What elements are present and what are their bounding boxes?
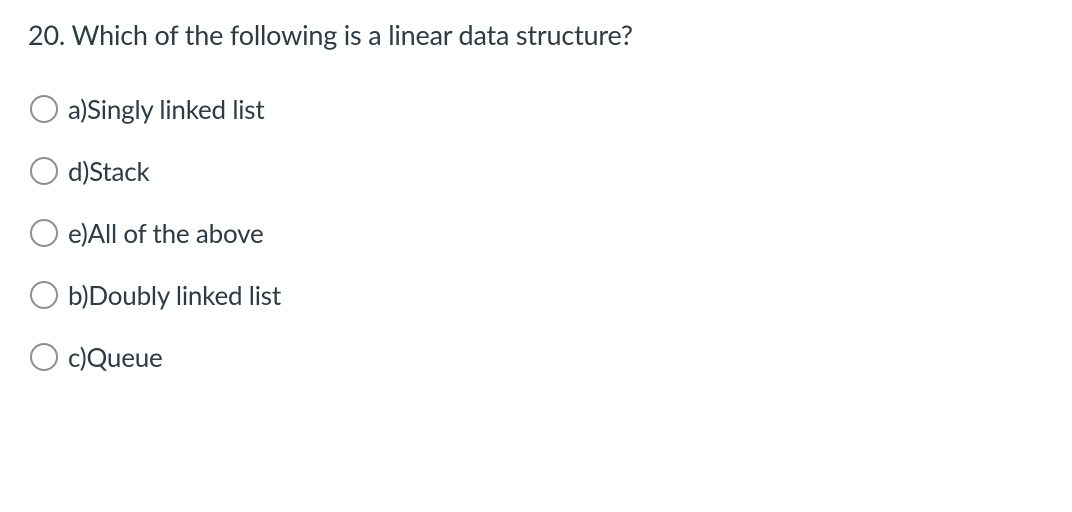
radio-button-icon[interactable] xyxy=(30,157,58,185)
option-label: a)Singly linked list xyxy=(68,93,264,125)
radio-button-icon[interactable] xyxy=(30,95,58,123)
radio-button-icon[interactable] xyxy=(30,281,58,309)
question-number: 20. xyxy=(28,18,65,51)
radio-button-icon[interactable] xyxy=(30,343,58,371)
option-row[interactable]: e)All of the above xyxy=(30,217,1044,249)
option-row[interactable]: c)Queue xyxy=(30,341,1044,373)
option-label: b)Doubly linked list xyxy=(68,279,281,311)
option-row[interactable]: a)Singly linked list xyxy=(30,93,1044,125)
option-label: e)All of the above xyxy=(68,217,264,249)
question-text: Which of the following is a linear data … xyxy=(71,18,632,51)
option-label: c)Queue xyxy=(68,341,163,373)
question-header: 20. Which of the following is a linear d… xyxy=(28,18,1044,51)
option-label: d)Stack xyxy=(68,155,150,187)
option-row[interactable]: d)Stack xyxy=(30,155,1044,187)
option-row[interactable]: b)Doubly linked list xyxy=(30,279,1044,311)
radio-button-icon[interactable] xyxy=(30,219,58,247)
options-container: a)Singly linked list d)Stack e)All of th… xyxy=(28,93,1044,373)
